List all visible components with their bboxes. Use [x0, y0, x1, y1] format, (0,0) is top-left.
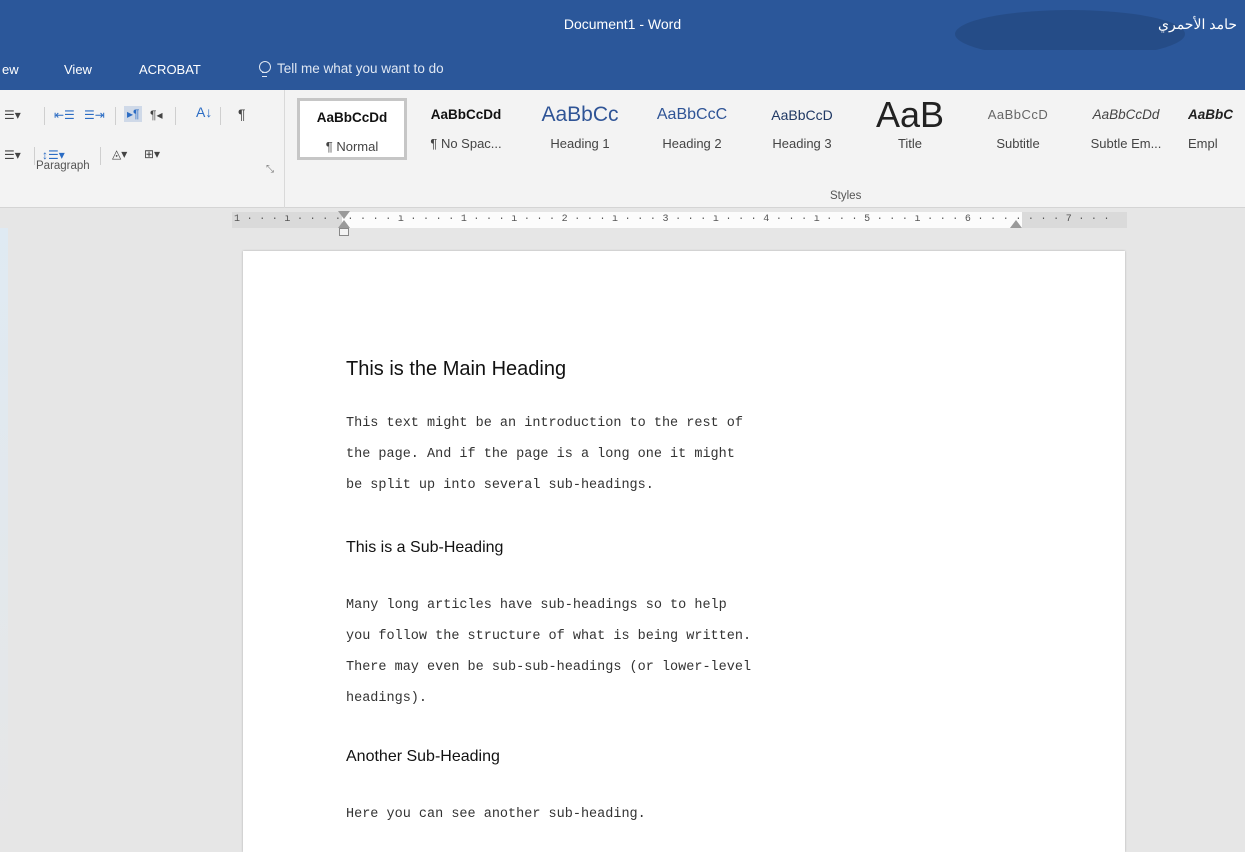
window-title: Document1 - Word	[563, 16, 682, 32]
style-heading-2[interactable]: AaBbCcC Heading 2	[636, 98, 748, 160]
lightbulb-icon	[258, 61, 271, 77]
tab-acrobat[interactable]: ACROBAT	[139, 62, 201, 77]
title-bar: Document1 - Word حامد الأحمري	[0, 0, 1245, 58]
hanging-indent-marker[interactable]	[338, 220, 350, 228]
right-indent-marker[interactable]	[1010, 220, 1022, 228]
multilevel-list-icon[interactable]: ☰▾	[4, 108, 21, 122]
ltr-icon[interactable]: ▸¶	[124, 106, 143, 122]
tell-me-box[interactable]: Tell me what you want to do	[258, 61, 444, 77]
style-no-spacing[interactable]: AaBbCcDd ¶ No Spac...	[410, 98, 522, 160]
style-subtle-emphasis[interactable]: AaBbCcDd Subtle Em...	[1070, 98, 1182, 160]
style-emphasis[interactable]: AaBbC Empl	[1180, 98, 1245, 160]
horizontal-ruler[interactable]: 1 · · · ı · · · · · · · · ı · · · · 1 · …	[232, 211, 1127, 236]
shading-icon[interactable]: ◬▾	[112, 147, 127, 161]
tab-view[interactable]: View	[64, 62, 92, 77]
tab-review[interactable]: ew	[2, 62, 19, 77]
ribbon-tabs: ew View ACROBAT Tell me what you want to…	[0, 50, 1245, 90]
separator	[115, 107, 116, 125]
style-heading-1[interactable]: AaBbCc Heading 1	[524, 98, 636, 160]
paragraph-2: Here you can see another sub-heading.	[346, 807, 646, 822]
first-line-indent-marker[interactable]	[338, 211, 350, 219]
style-subtitle[interactable]: AaBbCcD Subtitle	[962, 98, 1074, 160]
separator	[220, 107, 221, 125]
ruler-ticks: 1 · · · ı · · · · · · · · ı · · · · 1 · …	[234, 214, 1110, 225]
document-page[interactable]: This is the Main Heading This text might…	[243, 251, 1125, 852]
sort-icon[interactable]: A↓	[196, 104, 212, 120]
increase-indent-icon[interactable]: ☰⇥	[84, 108, 105, 122]
style-title[interactable]: AaB Title	[854, 98, 966, 160]
paragraph-group: ☰▾ ⇤☰ ☰⇥ ▸¶ ¶◂ A↓ ¶ ☰▾ ↕☰▾ ◬▾ ⊞▾ Paragra…	[0, 90, 285, 208]
borders-icon[interactable]: ⊞▾	[144, 147, 160, 161]
intro-paragraph: This text might be an introduction to th…	[346, 416, 743, 493]
paragraph-1: Many long articles have sub-headings so …	[346, 598, 752, 706]
sub-heading-2: Another Sub-Heading	[346, 748, 500, 765]
decrease-indent-icon[interactable]: ⇤☰	[54, 108, 75, 122]
left-indent-marker[interactable]	[339, 228, 349, 236]
style-normal[interactable]: AaBbCcDd ¶ Normal	[297, 98, 407, 160]
separator	[34, 147, 35, 165]
rtl-icon[interactable]: ¶◂	[150, 108, 162, 122]
styles-group-label: Styles	[830, 190, 862, 202]
user-name[interactable]: حامد الأحمري	[1158, 16, 1237, 33]
dialog-launcher-icon[interactable]: ⤡	[266, 164, 274, 175]
separator	[44, 107, 45, 125]
separator	[175, 107, 176, 125]
paragraph-group-label: Paragraph	[36, 160, 90, 172]
tell-me-placeholder: Tell me what you want to do	[277, 61, 444, 76]
separator	[100, 147, 101, 165]
show-formatting-icon[interactable]: ¶	[238, 106, 246, 122]
left-edge-strip	[0, 228, 8, 852]
sub-heading-1: This is a Sub-Heading	[346, 539, 504, 556]
ribbon: ☰▾ ⇤☰ ☰⇥ ▸¶ ¶◂ A↓ ¶ ☰▾ ↕☰▾ ◬▾ ⊞▾ Paragra…	[0, 90, 1245, 208]
align-icon[interactable]: ☰▾	[4, 148, 21, 162]
main-heading: This is the Main Heading	[346, 358, 567, 380]
style-heading-3[interactable]: AaBbCcD Heading 3	[746, 98, 858, 160]
